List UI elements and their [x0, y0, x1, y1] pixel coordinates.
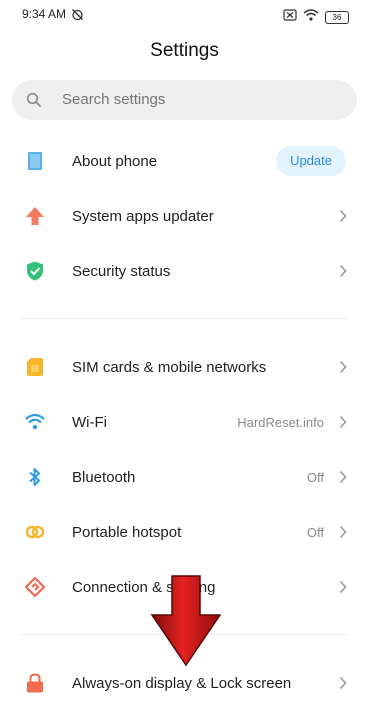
- chevron-right-icon: [339, 264, 347, 283]
- chevron-right-icon: [339, 470, 347, 489]
- sim-off-icon: [283, 8, 297, 26]
- alarm-off-icon: [71, 8, 84, 26]
- row-wifi[interactable]: Wi-Fi HardReset.info: [0, 395, 369, 450]
- row-label: SIM cards & mobile networks: [72, 359, 267, 376]
- hotspot-status: Off: [306, 525, 324, 540]
- phone-icon: [24, 150, 46, 172]
- update-button[interactable]: Update: [276, 146, 346, 176]
- hotspot-icon: [24, 521, 46, 543]
- status-time: 9:34 AM: [22, 7, 67, 21]
- connection-icon: [24, 576, 46, 598]
- chevron-right-icon: [339, 676, 347, 695]
- chevron-right-icon: [339, 209, 347, 228]
- section-divider: [22, 318, 347, 319]
- bluetooth-status: Off: [306, 470, 324, 485]
- lock-icon: [24, 672, 46, 694]
- row-label: About phone: [72, 153, 158, 170]
- row-bluetooth[interactable]: Bluetooth Off: [0, 450, 369, 505]
- wifi-status-icon: [303, 8, 319, 26]
- row-sim-cards[interactable]: SIM cards & mobile networks: [0, 340, 369, 395]
- row-label: Wi-Fi: [72, 414, 107, 431]
- chevron-right-icon: [339, 525, 347, 544]
- row-label: Security status: [72, 263, 171, 280]
- row-security-status[interactable]: Security status: [0, 244, 369, 299]
- search-bar[interactable]: [12, 80, 357, 120]
- chevron-right-icon: [339, 580, 347, 599]
- row-about-phone[interactable]: About phone Update: [0, 134, 369, 189]
- row-label: Portable hotspot: [72, 524, 182, 541]
- search-input[interactable]: [62, 80, 342, 120]
- row-label: System apps updater: [72, 208, 214, 225]
- sim-card-icon: [24, 356, 46, 378]
- page-title: Settings: [150, 40, 219, 61]
- row-label: Bluetooth: [72, 469, 136, 486]
- search-icon: [26, 92, 42, 113]
- chevron-right-icon: [339, 415, 347, 434]
- wifi-network-name: HardReset.info: [237, 415, 324, 430]
- shield-check-icon: [24, 260, 46, 282]
- status-bar: 9:34 AM 36: [0, 0, 369, 30]
- battery-indicator: 36: [325, 10, 349, 24]
- up-arrow-icon: [24, 205, 46, 227]
- red-down-arrow-icon: [150, 575, 222, 672]
- chevron-right-icon: [339, 360, 347, 379]
- wifi-icon: [24, 411, 46, 433]
- status-icons: 36: [283, 8, 349, 26]
- bluetooth-icon: [24, 466, 46, 488]
- row-system-apps-updater[interactable]: System apps updater: [0, 189, 369, 244]
- row-portable-hotspot[interactable]: Portable hotspot Off: [0, 505, 369, 560]
